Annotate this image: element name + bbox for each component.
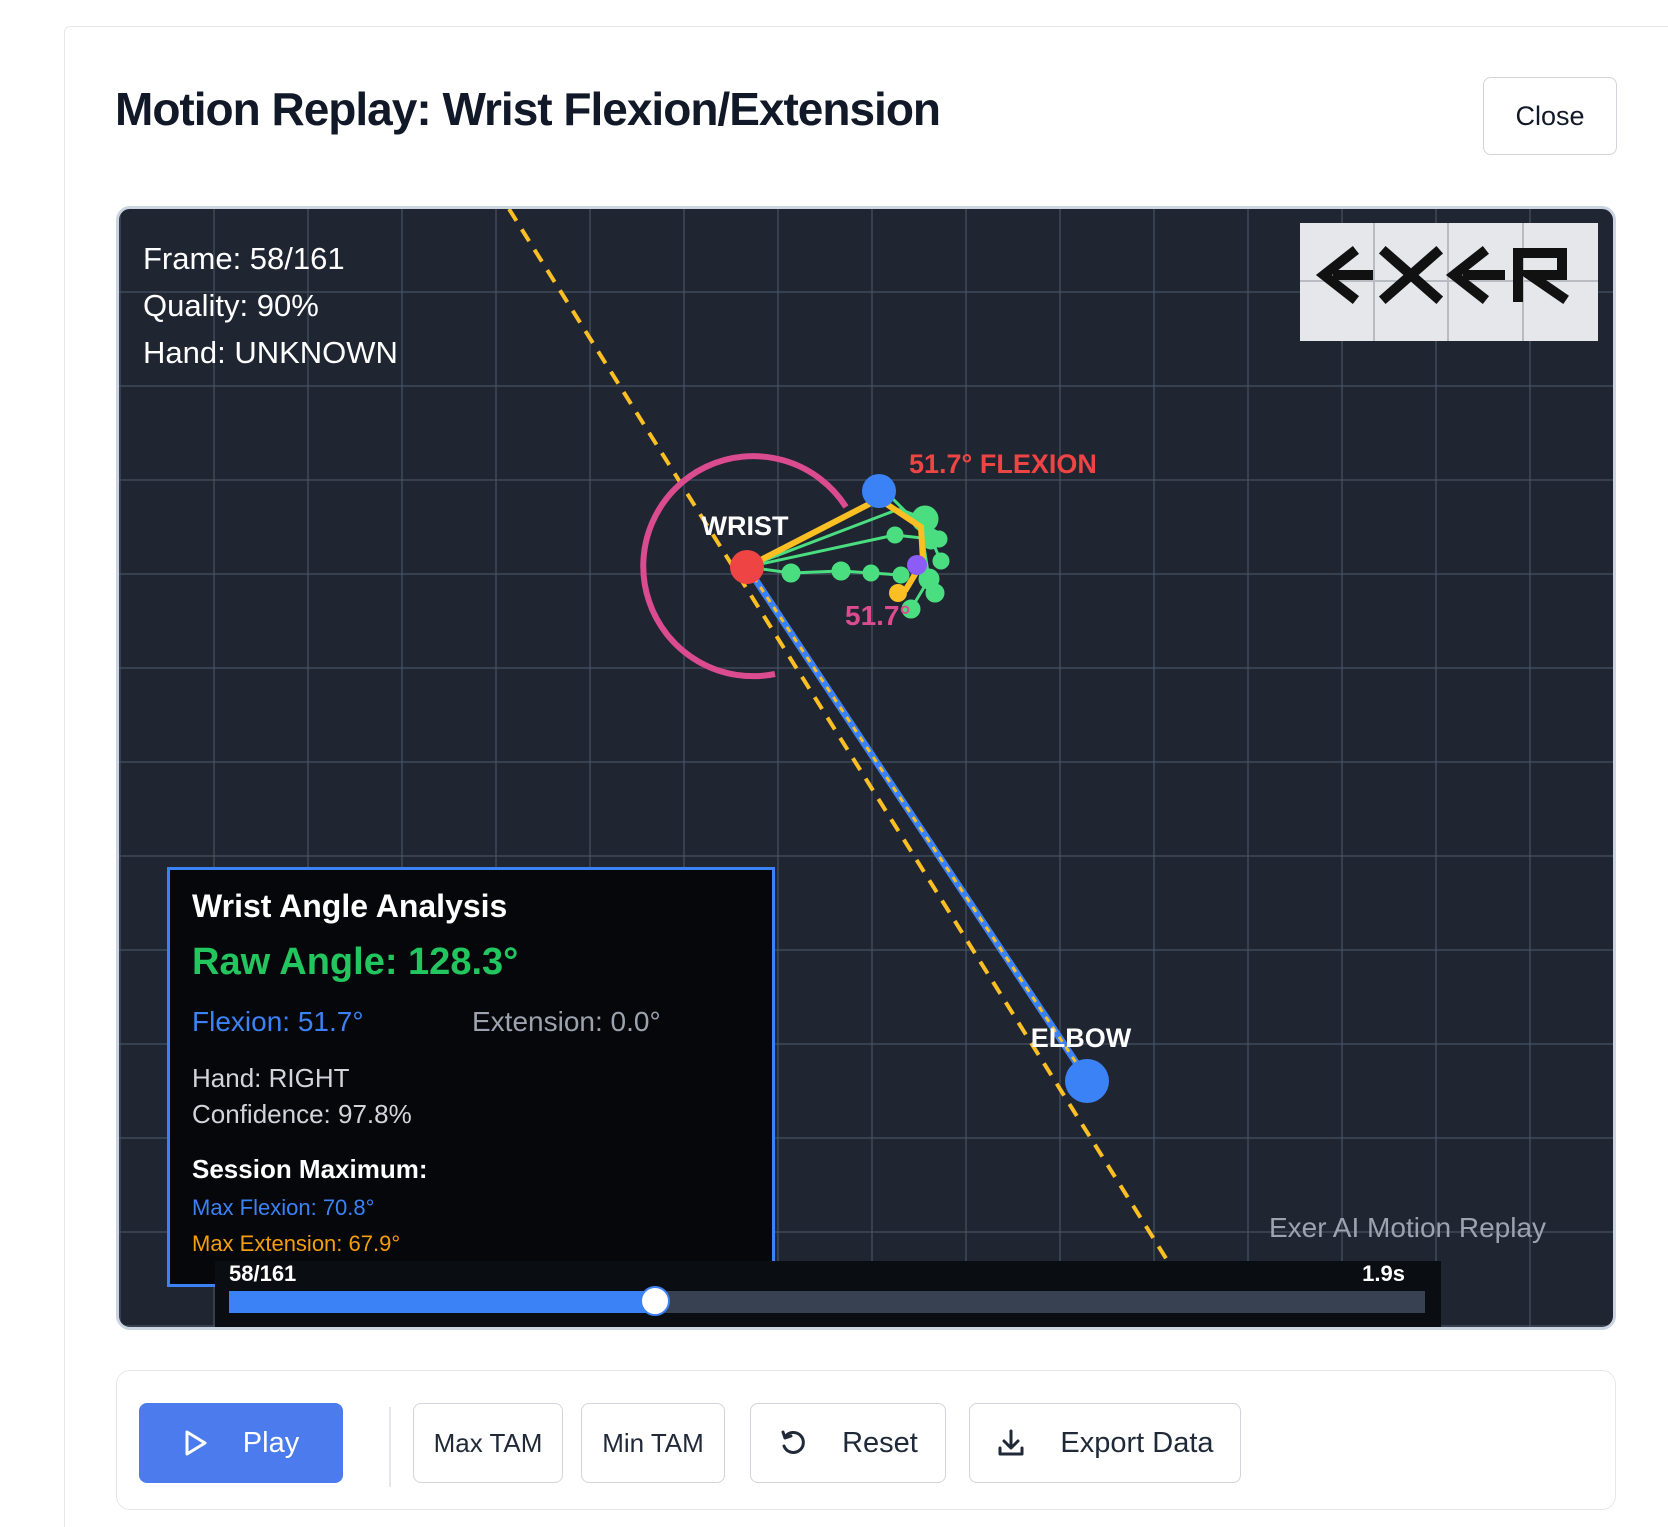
frame-info: Frame: 58/161 Quality: 90% Hand: UNKNOWN xyxy=(143,235,398,376)
wrist-label: WRIST xyxy=(702,511,789,541)
timeline-time: 1.9s xyxy=(1362,1261,1405,1286)
timeline-progress-fill xyxy=(229,1291,655,1313)
play-icon xyxy=(183,1429,209,1457)
export-data-button[interactable]: Export Data xyxy=(969,1403,1241,1483)
play-button[interactable]: Play xyxy=(139,1403,343,1483)
elbow-joint[interactable] xyxy=(1065,1059,1109,1103)
extension-value: Extension: 0.0° xyxy=(472,1006,661,1037)
confidence-value: Confidence: 97.8% xyxy=(192,1099,412,1129)
wrist-angle-analysis-panel: Wrist Angle Analysis Raw Angle: 128.3° F… xyxy=(167,867,775,1287)
session-maximum-title: Session Maximum: xyxy=(192,1154,428,1184)
max-extension-value: Max Extension: 67.9° xyxy=(192,1231,401,1256)
quality-indicator: Quality: 90% xyxy=(143,288,319,323)
controls-divider xyxy=(389,1407,391,1487)
watermark: Exer AI Motion Replay xyxy=(1269,1212,1547,1243)
timeline-track[interactable] xyxy=(229,1286,1425,1316)
index-tip-marker xyxy=(862,474,896,508)
min-tam-button[interactable]: Min TAM xyxy=(581,1403,725,1483)
flexion-value: Flexion: 51.7° xyxy=(192,1006,364,1037)
hand-indicator: Hand: UNKNOWN xyxy=(143,335,398,370)
hand-value: Hand: RIGHT xyxy=(192,1063,350,1093)
reset-label: Reset xyxy=(842,1426,918,1459)
reset-icon xyxy=(778,1428,808,1458)
wrist-joint[interactable] xyxy=(730,550,764,584)
elbow-label: ELBOW xyxy=(1031,1023,1132,1053)
max-tam-button[interactable]: Max TAM xyxy=(413,1403,563,1483)
play-label: Play xyxy=(242,1426,300,1459)
arc-angle-label: 51.7° xyxy=(845,600,911,631)
timeline-frame: 58/161 xyxy=(229,1261,297,1286)
timeline: 58/161 1.9s xyxy=(215,1261,1441,1327)
close-button[interactable]: Close xyxy=(1483,77,1617,155)
download-icon xyxy=(996,1428,1026,1458)
reset-button[interactable]: Reset xyxy=(750,1403,946,1483)
finger-joint-marker xyxy=(907,555,927,575)
exer-logo-glyphs xyxy=(1315,245,1569,305)
export-label: Export Data xyxy=(1060,1426,1214,1459)
analysis-title: Wrist Angle Analysis xyxy=(192,888,508,924)
max-flexion-value: Max Flexion: 70.8° xyxy=(192,1195,375,1220)
exer-logo xyxy=(1300,223,1598,341)
frame-counter: Frame: 58/161 xyxy=(143,241,345,276)
flexion-angle-label: 51.7° FLEXION xyxy=(909,449,1097,479)
dialog-title: Motion Replay: Wrist Flexion/Extension xyxy=(115,83,941,135)
timeline-scrubber-handle[interactable] xyxy=(639,1286,670,1316)
motion-canvas[interactable]: WRIST ELBOW 51.7° FLEXION 51.7° Frame: 5… xyxy=(116,206,1616,1330)
playback-controls: Play Max TAM Min TAM Reset Export Data xyxy=(116,1370,1616,1510)
raw-angle: Raw Angle: 128.3° xyxy=(192,941,519,983)
